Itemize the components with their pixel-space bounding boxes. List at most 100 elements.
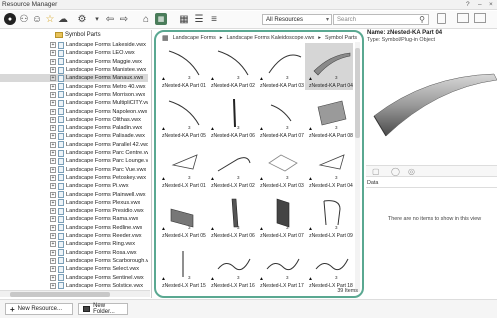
tree-item[interactable]: + Landscape Forms Manistee.vwx bbox=[0, 66, 148, 74]
new-resource-button[interactable]: + New Resource... bbox=[5, 303, 73, 315]
tree-item[interactable]: + Landscape Forms Morrison.vwx bbox=[0, 91, 148, 99]
cloud-icon[interactable]: ☁ bbox=[57, 13, 69, 25]
expand-icon[interactable]: + bbox=[50, 108, 56, 115]
scrollbar-thumb[interactable] bbox=[10, 292, 110, 297]
view-2d-icon[interactable]: ▢ bbox=[372, 167, 380, 176]
tree-item[interactable]: + Landscape Forms Pi.vwx bbox=[0, 182, 148, 190]
resource-thumbnail[interactable]: ▲ 3 zNested-KA Part 01 bbox=[158, 43, 206, 90]
expand-icon[interactable]: + bbox=[50, 282, 56, 289]
expand-icon[interactable]: + bbox=[50, 42, 56, 49]
home-icon[interactable]: ⌂ bbox=[140, 13, 152, 25]
expand-icon[interactable]: + bbox=[50, 150, 56, 157]
resource-thumbnail[interactable]: ▲ 3 zNested-KA Part 06 bbox=[207, 93, 255, 140]
expand-icon[interactable]: + bbox=[50, 75, 56, 82]
render-icon[interactable]: ◎ bbox=[408, 167, 415, 176]
single-view-icon[interactable] bbox=[474, 13, 486, 23]
expand-icon[interactable]: + bbox=[50, 199, 56, 206]
expand-icon[interactable]: + bbox=[50, 266, 56, 273]
gear-icon[interactable]: ⚙ bbox=[76, 13, 88, 25]
tree-item[interactable]: + Landscape Forms Solstice.vwx bbox=[0, 282, 148, 290]
tree-item[interactable]: + Landscape Forms Scarborough.vwx bbox=[0, 257, 148, 265]
expand-icon[interactable]: + bbox=[50, 133, 56, 140]
expand-icon[interactable]: + bbox=[50, 183, 56, 190]
expand-icon[interactable]: + bbox=[50, 224, 56, 231]
tree-item[interactable]: + Landscape Forms Olithas.vwx bbox=[0, 116, 148, 124]
close-button[interactable]: × bbox=[489, 1, 493, 8]
tree-item[interactable]: + Landscape Forms Petoskey.vwx bbox=[0, 174, 148, 182]
minimize-button[interactable]: – bbox=[478, 1, 482, 8]
tree-item[interactable]: + Landscape Forms LEO.vwx bbox=[0, 49, 148, 57]
tree-item[interactable]: + Landscape Forms Parc Lounge.vwx bbox=[0, 157, 148, 165]
expand-icon[interactable]: + bbox=[50, 91, 56, 98]
split-view-icon[interactable] bbox=[457, 13, 469, 23]
tree-item[interactable]: + Landscape Forms Redline.vwx bbox=[0, 224, 148, 232]
search-input[interactable]: Search ⚲ bbox=[333, 14, 429, 25]
tree-item[interactable]: + Landscape Forms Maggie.vwx bbox=[0, 58, 148, 66]
tree-item[interactable]: + Landscape Forms Parc Centre.vwx bbox=[0, 149, 148, 157]
tree-root[interactable]: Symbol Parts bbox=[55, 32, 101, 38]
tree-item[interactable]: + Landscape Forms Plainwell.vwx bbox=[0, 190, 148, 199]
expand-icon[interactable]: + bbox=[50, 208, 56, 215]
search-icon[interactable]: ⚲ bbox=[419, 15, 425, 24]
tree-item[interactable]: + Landscape Forms MultipliCITY.vwx bbox=[0, 99, 148, 107]
resource-thumbnail[interactable]: ▲ 3 zNested-LX Part 02 bbox=[207, 143, 255, 190]
vertical-scrollbar[interactable] bbox=[355, 42, 360, 292]
expand-icon[interactable]: + bbox=[50, 191, 56, 198]
resource-thumbnail[interactable]: ▲ 3 zNested-KA Part 02 bbox=[207, 43, 255, 90]
tree-item[interactable]: + Landscape Forms Plexus.vwx bbox=[0, 199, 148, 207]
star-icon[interactable]: ☆ bbox=[44, 13, 56, 25]
tree-item[interactable]: + Landscape Forms Sentinel.vwx bbox=[0, 273, 148, 282]
tree-item[interactable]: + Landscape Forms Rosa.vwx bbox=[0, 249, 148, 257]
expand-icon[interactable]: + bbox=[50, 141, 56, 148]
tree-item[interactable]: + Landscape Forms Napoleon.vwx bbox=[0, 107, 148, 116]
resource-thumbnail[interactable]: ▲ 3 zNested-LX Part 18 bbox=[305, 243, 353, 290]
expand-icon[interactable]: + bbox=[50, 58, 56, 65]
resource-thumbnail[interactable]: ▲ 3 zNested-KA Part 08 bbox=[305, 93, 353, 140]
detail-view-icon[interactable]: ≡ bbox=[208, 13, 220, 25]
resource-filter-select[interactable]: All Resources ▾ bbox=[262, 14, 332, 25]
resource-thumbnail[interactable]: ▲ 3 zNested-LX Part 03 bbox=[256, 143, 304, 190]
expand-icon[interactable]: + bbox=[50, 158, 56, 165]
tree-item[interactable]: + Landscape Forms Paladin.vwx bbox=[0, 124, 148, 132]
forward-icon[interactable]: ⇨ bbox=[118, 13, 130, 25]
expand-icon[interactable]: + bbox=[50, 257, 56, 264]
resource-thumbnail[interactable]: ▲ 3 zNested-KA Part 07 bbox=[256, 93, 304, 140]
expand-icon[interactable]: + bbox=[50, 67, 56, 74]
tree-item[interactable]: + Landscape Forms Metro 40.vwx bbox=[0, 83, 148, 91]
tree-item[interactable]: + Landscape Forms Palisade.vwx bbox=[0, 132, 148, 140]
tree-item[interactable]: + Landscape Forms Manaux.vwx bbox=[0, 74, 148, 83]
person-icon[interactable]: ☺ bbox=[31, 13, 43, 25]
breadcrumb-item[interactable]: Landscape Forms Kaleidoscope.vwx bbox=[227, 35, 315, 41]
resource-thumbnail[interactable]: ▲ 3 zNested-LX Part 01 bbox=[158, 143, 206, 190]
help-button[interactable]: ? bbox=[466, 1, 470, 8]
resource-thumbnail[interactable]: ▲ 3 zNested-KA Part 03 bbox=[256, 43, 304, 90]
tree-item[interactable]: + Landscape Forms Lakeside.vwx bbox=[0, 41, 148, 49]
expand-icon[interactable]: + bbox=[50, 241, 56, 248]
expand-icon[interactable]: + bbox=[50, 233, 56, 240]
tree-item[interactable]: + Landscape Forms Rama.vwx bbox=[0, 215, 148, 223]
expand-icon[interactable]: + bbox=[50, 274, 56, 281]
back-icon[interactable]: ⇦ bbox=[104, 13, 116, 25]
tree-item[interactable]: + Landscape Forms Parc Vue.vwx bbox=[0, 166, 148, 174]
expand-icon[interactable]: + bbox=[50, 216, 56, 223]
expand-icon[interactable]: + bbox=[50, 100, 56, 107]
stop-icon[interactable]: ● bbox=[4, 13, 16, 25]
import-icon[interactable]: ⚇ bbox=[18, 13, 30, 25]
resource-thumbnail[interactable]: ▲ 3 zNested-LX Part 16 bbox=[207, 243, 255, 290]
resource-thumbnail[interactable]: ▲ 3 zNested-LX Part 09 bbox=[305, 193, 353, 240]
expand-icon[interactable]: + bbox=[50, 125, 56, 132]
resource-thumbnail[interactable]: ▲ 3 zNested-LX Part 05 bbox=[158, 193, 206, 240]
tree-item[interactable]: + Landscape Forms Select.vwx bbox=[0, 265, 148, 273]
tree-item[interactable]: + Landscape Forms Presidio.vwx bbox=[0, 207, 148, 215]
panel-toggle-icon[interactable] bbox=[437, 13, 446, 24]
horizontal-scrollbar[interactable] bbox=[0, 290, 150, 297]
view-3d-icon[interactable]: ◯ bbox=[391, 167, 400, 176]
expand-icon[interactable]: + bbox=[50, 166, 56, 173]
resource-thumbnail[interactable]: ▲ 3 zNested-LX Part 15 bbox=[158, 243, 206, 290]
resource-thumbnail[interactable]: ▲ 3 zNested-LX Part 17 bbox=[256, 243, 304, 290]
grid-view-icon[interactable]: ▦ bbox=[178, 13, 190, 25]
list-view-icon[interactable]: ☰ bbox=[193, 13, 205, 25]
expand-icon[interactable]: + bbox=[50, 50, 56, 57]
scrollbar-thumb[interactable] bbox=[355, 48, 360, 138]
resource-thumbnail[interactable]: ▲ 3 zNested-LX Part 04 bbox=[305, 143, 353, 190]
